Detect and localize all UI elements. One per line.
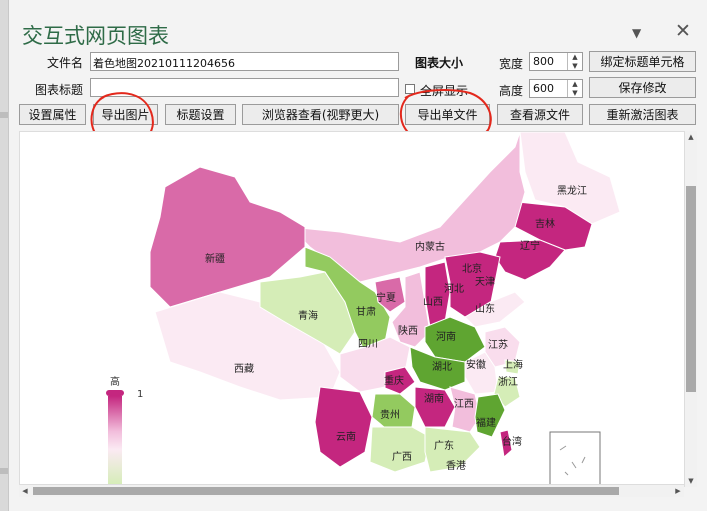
province-label: 贵州 (380, 408, 400, 421)
province-yunnan[interactable] (314, 386, 373, 468)
province-label: 陕西 (398, 324, 418, 337)
province-label: 天津 (475, 276, 495, 288)
scroll-left-icon[interactable]: ◀ (19, 485, 31, 497)
legend-value-label: 1 (137, 389, 144, 400)
province-label: 西藏 (234, 363, 254, 375)
province-label: 湖南 (424, 392, 444, 405)
province-label: 江西 (454, 398, 474, 410)
south-china-sea-inset (549, 431, 601, 485)
chart-vertical-scrollbar[interactable]: ▲ ▼ (684, 131, 697, 487)
province-label: 山西 (423, 296, 443, 308)
strip-mark (0, 468, 8, 474)
inset-islands (559, 445, 586, 476)
map-chart-area[interactable]: 黑龙江 吉林 内蒙古 辽宁 新疆 西藏 青海 甘肃 宁夏 陕西 山西 北京 天津… (19, 131, 688, 486)
province-label: 河南 (436, 330, 456, 343)
scroll-down-icon[interactable]: ▼ (685, 475, 697, 487)
province-label: 辽宁 (520, 239, 540, 252)
province-label: 新疆 (205, 252, 225, 265)
province-label: 香港 (446, 460, 466, 472)
scroll-up-icon[interactable]: ▲ (685, 131, 697, 143)
province-label: 浙江 (498, 376, 518, 388)
province-label: 台湾 (502, 435, 522, 448)
province-label: 云南 (336, 430, 356, 443)
province-hunan[interactable] (414, 386, 456, 428)
province-label: 上海 (503, 358, 523, 371)
province-label: 福建 (476, 416, 496, 429)
scrollbar-thumb[interactable] (33, 487, 619, 495)
province-label: 青海 (298, 309, 318, 322)
legend-gradient-bar (108, 396, 122, 485)
scrollbar-thumb[interactable] (686, 186, 696, 392)
province-label: 黑龙江 (557, 184, 587, 197)
province-label: 广西 (392, 451, 412, 463)
province-fujian[interactable] (474, 393, 506, 438)
province-guangxi[interactable] (369, 426, 431, 473)
legend-high-label: 高 (110, 377, 120, 388)
province-label: 四川 (358, 339, 378, 350)
province-label: 重庆 (384, 374, 404, 387)
province-label: 甘肃 (356, 305, 376, 318)
province-label: 宁夏 (376, 291, 396, 304)
province-label: 北京 (462, 262, 482, 275)
province-label: 山东 (475, 302, 495, 315)
scroll-right-icon[interactable]: ▶ (672, 485, 684, 497)
province-label: 安徽 (466, 358, 486, 371)
province-label: 江苏 (488, 338, 508, 351)
province-label: 湖北 (432, 361, 452, 373)
province-label: 广东 (434, 439, 454, 452)
province-label: 河北 (444, 283, 464, 295)
chart-horizontal-scrollbar[interactable]: ◀ ▶ (19, 484, 684, 497)
province-label: 吉林 (535, 217, 555, 230)
province-label: 内蒙古 (415, 240, 445, 253)
